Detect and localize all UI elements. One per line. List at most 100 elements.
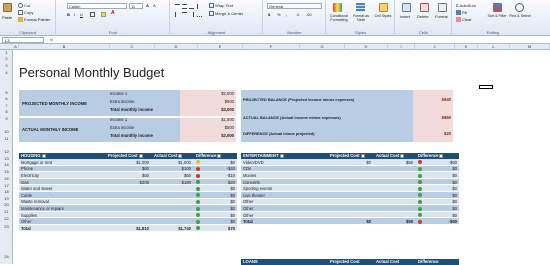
fill-color-icon[interactable] [101,12,106,17]
cell-styles-button[interactable]: Cell Styles [373,14,393,18]
row-header[interactable]: 12 [0,149,13,154]
format-icon[interactable] [438,3,447,12]
row-header[interactable]: 4 [0,70,13,75]
number-format-combo[interactable]: General [267,3,322,9]
cell-styles-icon[interactable] [379,3,388,12]
loans-header-3[interactable]: Difference [418,259,438,265]
align-right-icon[interactable] [189,12,194,17]
row-header[interactable]: 8 [0,109,13,114]
row-header[interactable]: 5 [0,90,13,95]
format-as-table-button[interactable]: Format as Table [351,14,371,22]
font-size-combo[interactable]: 11 [129,3,143,9]
align-top-icon[interactable] [175,4,180,9]
fill-label: Fill [462,10,468,15]
decrease-indent-icon[interactable] [197,12,202,17]
paste-icon[interactable] [3,3,12,12]
row-header[interactable]: 17 [0,183,13,188]
find-select-icon[interactable] [515,3,524,12]
row-header[interactable]: 21 [0,209,13,214]
format-painter-label: Format Painter [24,17,51,22]
filter-dropdown-icon[interactable] [217,153,222,158]
wrap-text-button[interactable]: Wrap Text [209,3,233,9]
insert-button[interactable]: Insert [400,14,410,19]
entertainment-row-difference: -$50 [448,219,457,225]
entertainment-row-actual: $50 [406,159,413,165]
filter-dropdown-icon[interactable] [279,153,284,158]
shrink-font-icon[interactable]: A [153,3,156,8]
filter-dropdown-icon[interactable] [41,153,46,158]
cut-button[interactable]: Cut [18,3,30,9]
align-middle-icon[interactable] [182,4,187,9]
conditional-formatting-button[interactable]: Conditional Formatting [328,14,350,22]
filter-dropdown-icon[interactable] [178,153,183,158]
name-box[interactable]: L3 [2,37,44,43]
row-header[interactable]: 20 [0,202,13,207]
merge-center-button[interactable]: Merge & Center [209,11,243,17]
fx-icon[interactable]: fx [50,37,53,42]
align-left-icon[interactable] [175,12,180,17]
row-header[interactable]: 13 [0,156,13,161]
row-header[interactable]: 9 [0,116,13,121]
increase-decimal-icon[interactable]: .0 [296,12,299,17]
fill-button[interactable]: Fill [456,10,468,16]
font-name-combo[interactable]: Calibri [67,3,127,9]
format-painter-button[interactable]: Format Painter [18,17,51,23]
row-header[interactable]: 3 [0,63,13,68]
decrease-decimal-icon[interactable]: .00 [306,12,312,17]
loans-header-2[interactable]: Actual Cost [376,259,399,265]
sort-filter-button[interactable]: Sort & Filter [487,14,507,18]
filter-dropdown-icon[interactable] [439,153,444,158]
copy-button[interactable]: Copy [18,10,33,16]
comma-icon[interactable]: , [286,12,287,17]
underline-button[interactable]: U [80,12,83,17]
housing-row-difference: $20 [228,179,235,185]
row-header[interactable]: 18 [0,189,13,194]
housing-row-actual: $60 [184,173,191,178]
sort-filter-icon[interactable] [493,3,502,12]
grow-font-icon[interactable]: A [146,3,149,8]
autosum-button[interactable]: Σ AutoSum [456,3,476,8]
filter-dropdown-icon[interactable] [360,153,365,158]
borders-icon[interactable] [90,12,95,17]
row-header[interactable]: 1 [0,50,13,55]
orientation-icon[interactable] [197,4,202,9]
conditional-formatting-icon[interactable] [333,3,342,12]
housing-row-difference: $0 [230,219,235,225]
align-center-icon[interactable] [182,12,187,17]
loans-header-0[interactable]: LOANS [243,259,258,265]
row-header[interactable]: 10 [0,129,13,134]
row-header[interactable]: 7 [0,103,13,108]
font-group: Calibri 11 A A B I U A Font [57,0,170,36]
filter-dropdown-icon[interactable] [400,153,405,158]
row-header[interactable]: 16 [0,176,13,181]
header-label: Difference [196,153,217,158]
font-color-icon[interactable]: A [111,11,115,16]
row-header[interactable]: 14 [0,162,13,167]
row-header[interactable]: 11 [0,136,13,141]
styles-group-label: Styles [355,30,366,35]
row-header[interactable]: 2 [0,56,13,61]
bold-button[interactable]: B [67,12,70,17]
active-cell-l3[interactable] [479,85,493,89]
percent-icon[interactable]: % [277,12,281,17]
filter-dropdown-icon[interactable] [138,153,143,158]
find-select-button[interactable]: Find & Select [509,14,531,18]
align-bottom-icon[interactable] [189,4,194,9]
paste-button[interactable]: Paste [2,15,12,20]
italic-button[interactable]: I [74,12,75,17]
row-header[interactable]: 6 [0,96,13,101]
format-as-table-icon[interactable] [356,3,365,12]
row-header[interactable]: 15 [0,169,13,174]
currency-icon[interactable]: $ [268,12,270,17]
insert-icon[interactable] [402,3,411,12]
row-header[interactable]: 24 [0,254,13,259]
clear-button[interactable]: Clear [456,17,472,23]
delete-icon[interactable] [420,3,429,12]
row-header[interactable]: 23 [0,224,13,229]
entertainment-row-difference: $0 [452,166,457,172]
format-button[interactable]: Format [435,14,448,19]
row-header[interactable]: 19 [0,196,13,201]
row-header[interactable]: 22 [0,216,13,221]
delete-button[interactable]: Delete [417,14,429,19]
loans-header-1[interactable]: Projected Cost [330,259,360,265]
